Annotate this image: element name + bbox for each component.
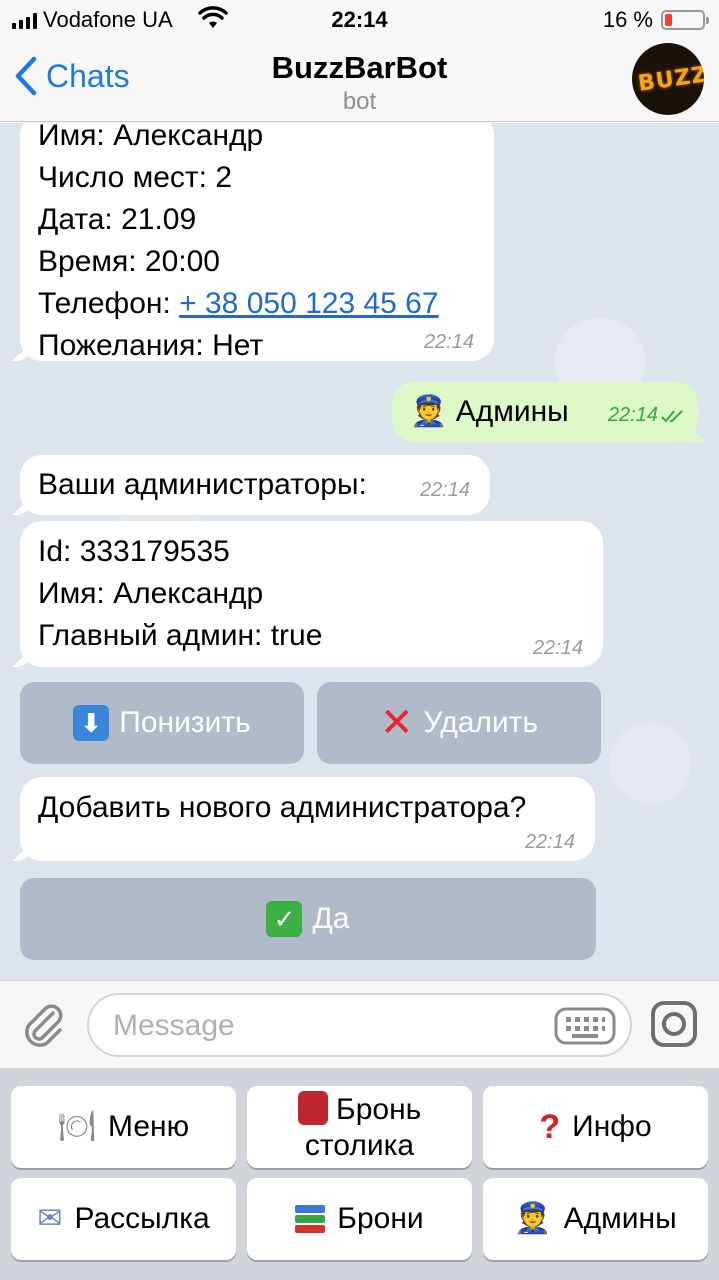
info-label: Инфо: [572, 1110, 652, 1143]
admin-id: Id: 333179535: [38, 535, 230, 568]
menu-key[interactable]: 🍽 Меню: [11, 1086, 236, 1168]
red-book-emoji: [297, 1090, 328, 1125]
arrow-down-emoji: ⬇: [73, 705, 110, 741]
message-field[interactable]: [87, 993, 632, 1057]
mailing-key[interactable]: ✉ Рассылка: [11, 1178, 236, 1260]
input-bar: [0, 980, 719, 1068]
outgoing-text: Админы: [455, 395, 569, 428]
booking-message: Имя: Александр Число мест: 2 Дата: 21.09…: [20, 123, 494, 362]
menu-label: Меню: [108, 1110, 190, 1143]
police-officer-emoji: 👮: [514, 1201, 552, 1236]
mailing-label: Рассылка: [74, 1202, 210, 1235]
delete-label: Удалить: [423, 706, 539, 739]
yes-label: Да: [312, 902, 350, 935]
instagram-camera-icon[interactable]: [651, 1001, 697, 1047]
keyboard-icon[interactable]: [554, 1007, 616, 1045]
booking-date: Дата: 21.09: [38, 203, 197, 236]
admin-main-flag: Главный админ: true: [38, 619, 323, 652]
admins-key[interactable]: 👮 Админы: [483, 1178, 708, 1260]
read-checkmarks-icon: [661, 410, 683, 423]
demote-button[interactable]: ⬇ Понизить: [20, 682, 304, 764]
booking-label-line1: Бронь: [336, 1092, 422, 1126]
bot-name: BuzzBarBot: [271, 50, 448, 85]
bookings-key[interactable]: Брони: [247, 1178, 472, 1260]
bookings-label: Брони: [337, 1202, 424, 1235]
booking-name: Имя: Александр: [38, 123, 264, 152]
add-admin-prompt-text: Добавить нового администратора?: [38, 791, 527, 824]
battery-percent: 16 %: [602, 7, 653, 32]
books-emoji: [295, 1205, 326, 1233]
question-mark-emoji: ?: [539, 1108, 561, 1146]
info-key[interactable]: ? Инфо: [483, 1086, 708, 1168]
admins-label: Админы: [563, 1202, 677, 1235]
admins-header-message: Ваши администраторы: 22:14: [20, 455, 490, 515]
booking-wishes: Пожелания: Нет: [38, 329, 264, 362]
add-admin-prompt-message: Добавить нового администратора? 22:14: [20, 777, 595, 861]
battery-icon: [661, 10, 709, 30]
battery-group: 16 %: [602, 7, 709, 33]
avatar-logo-text: BUZZ: [636, 62, 704, 97]
admins-header-text: Ваши администраторы:: [38, 468, 367, 501]
booking-key[interactable]: Бронь столика: [247, 1086, 472, 1168]
demote-label: Понизить: [119, 706, 251, 739]
message-input[interactable]: [113, 1007, 553, 1045]
nav-bar: Chats BuzzBarBot bot BUZZ: [0, 40, 719, 122]
message-time: 22:14: [607, 404, 658, 426]
admin-name: Имя: Александр: [38, 577, 264, 610]
phone-label: Телефон:: [38, 287, 171, 320]
message-time: 22:14: [524, 831, 575, 853]
booking-label-line2: столика: [304, 1128, 415, 1162]
check-mark-emoji: ✓: [266, 901, 303, 937]
reply-keyboard: 🍽 Меню Бронь столика ? Инфо ✉ Рассылка Б…: [0, 1068, 719, 1280]
message-time: 22:14: [423, 331, 474, 353]
status-bar: Vodafone UA 22:14 16 %: [0, 0, 719, 40]
chat-area[interactable]: Имя: Александр Число мест: 2 Дата: 21.09…: [0, 123, 719, 980]
chat-title[interactable]: BuzzBarBot bot: [0, 50, 719, 116]
avatar[interactable]: BUZZ: [632, 43, 704, 115]
booking-time: Время: 20:00: [38, 245, 220, 278]
envelope-tray-emoji: ✉: [37, 1201, 63, 1236]
cross-mark-emoji: ✕: [379, 700, 414, 746]
police-officer-emoji: 👮: [410, 394, 448, 429]
admin-info-message: Id: 333179535 Имя: Александр Главный адм…: [20, 521, 603, 667]
fork-knife-plate-emoji: 🍽: [57, 1109, 96, 1144]
message-time: 22:14: [532, 637, 583, 659]
booking-phone-row: Телефон: + 38 050 123 45 67: [38, 283, 476, 325]
message-time: 22:14: [419, 479, 470, 501]
delete-button[interactable]: ✕ Удалить: [317, 682, 601, 764]
bot-subtitle: bot: [342, 88, 377, 115]
phone-link[interactable]: + 38 050 123 45 67: [179, 287, 438, 320]
yes-button[interactable]: ✓ Да: [20, 878, 596, 960]
booking-seats: Число мест: 2: [38, 161, 233, 194]
outgoing-admins-message: 👮 Админы 22:14: [392, 382, 698, 442]
paperclip-icon[interactable]: [20, 999, 66, 1049]
